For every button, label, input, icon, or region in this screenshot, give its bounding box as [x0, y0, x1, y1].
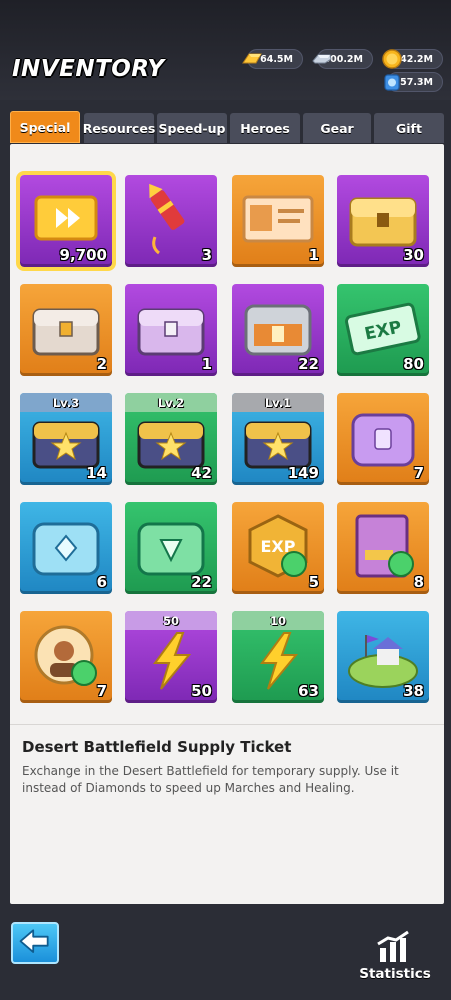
- inventory-item[interactable]: 1: [125, 284, 217, 376]
- item-count: 50: [191, 682, 212, 700]
- item-count: 38: [403, 682, 424, 700]
- item-count: 63: [298, 682, 319, 700]
- statistics-icon: [377, 930, 409, 962]
- inventory-item[interactable]: 1: [232, 175, 324, 267]
- item-count: 22: [191, 573, 212, 591]
- statistics-button[interactable]: Statistics: [350, 930, 440, 990]
- page-title: INVENTORY: [12, 56, 165, 82]
- item-detail-title: Desert Battlefield Supply Ticket: [22, 738, 292, 756]
- iron-icon: [312, 54, 332, 64]
- item-count: 6: [96, 573, 107, 591]
- inventory-item[interactable]: 22: [125, 502, 217, 594]
- item-count: 7: [96, 682, 107, 700]
- inventory-item[interactable]: 7: [337, 393, 429, 485]
- inventory-item[interactable]: 2: [20, 284, 112, 376]
- statistics-label: Statistics: [359, 966, 431, 982]
- item-level-band: 50: [125, 611, 217, 630]
- iron-resource: 800.2M: [312, 49, 373, 69]
- divider: [10, 724, 444, 725]
- inventory-item[interactable]: 3: [125, 175, 217, 267]
- item-count: 9,700: [59, 246, 107, 264]
- item-count: 30: [403, 246, 424, 264]
- tab-gift[interactable]: Gift: [374, 113, 444, 143]
- item-count: 1: [308, 246, 319, 264]
- inventory-item[interactable]: Lv.3 14: [20, 393, 112, 485]
- item-level-band: 10: [232, 611, 324, 630]
- coin-value: 42.2M: [400, 53, 433, 65]
- inventory-item[interactable]: EXP 5: [232, 502, 324, 594]
- arrow-left-icon: [19, 929, 49, 953]
- item-count: 149: [287, 464, 319, 482]
- crystal-resource: 57.3M: [384, 72, 443, 92]
- coin-icon: [382, 49, 402, 69]
- item-level-band: Lv.1: [232, 393, 324, 412]
- item-count: 8: [413, 573, 424, 591]
- tab-speed-up[interactable]: Speed-up: [157, 113, 227, 143]
- inventory-item[interactable]: 50 50: [125, 611, 217, 703]
- item-count: 42: [191, 464, 212, 482]
- inventory-item[interactable]: 38: [337, 611, 429, 703]
- inventory-item[interactable]: 10 63: [232, 611, 324, 703]
- gold-bar-icon: [242, 53, 262, 64]
- item-count: 80: [403, 355, 424, 373]
- tab-resources[interactable]: Resources: [83, 113, 155, 143]
- inventory-item[interactable]: 7: [20, 611, 112, 703]
- category-tabs: Special Resources Speed-up Heroes Gear G…: [10, 111, 444, 153]
- inventory-item[interactable]: 9,700: [16, 171, 116, 271]
- gold-value: 64.5M: [260, 53, 293, 65]
- coin-resource: 42.2M: [382, 49, 443, 69]
- inventory-item[interactable]: 6: [20, 502, 112, 594]
- inventory-item[interactable]: Lv.1 149: [232, 393, 324, 485]
- item-count: 1: [201, 355, 212, 373]
- item-count: 5: [308, 573, 319, 591]
- inventory-item[interactable]: 30: [337, 175, 429, 267]
- item-level-band: Lv.2: [125, 393, 217, 412]
- item-count: 22: [298, 355, 319, 373]
- tab-special[interactable]: Special: [10, 111, 80, 143]
- item-count: 7: [413, 464, 424, 482]
- back-button[interactable]: [11, 922, 59, 964]
- inventory-item[interactable]: EXP 80: [337, 284, 429, 376]
- item-count: 2: [96, 355, 107, 373]
- top-bar: INVENTORY 64.5M 800.2M 42.2M 57.3M: [0, 0, 451, 100]
- inventory-item[interactable]: Lv.2 42: [125, 393, 217, 485]
- item-count: 3: [201, 246, 212, 264]
- item-count: 14: [86, 464, 107, 482]
- gold-resource: 64.5M: [242, 49, 303, 69]
- inventory-item[interactable]: 8: [337, 502, 429, 594]
- tab-heroes[interactable]: Heroes: [230, 113, 300, 143]
- item-detail-description: Exchange in the Desert Battlefield for t…: [22, 764, 399, 795]
- crystal-icon: [384, 74, 400, 91]
- inventory-item[interactable]: 22: [232, 284, 324, 376]
- crystal-value: 57.3M: [400, 76, 433, 88]
- item-level-band: Lv.3: [20, 393, 112, 412]
- inventory-panel: 9,700 3 1 30 2 1 22 EXP 80 Lv.3 14 Lv.2 42 Lv.1 149 7 6 2…: [10, 144, 444, 904]
- tab-gear[interactable]: Gear: [303, 113, 371, 143]
